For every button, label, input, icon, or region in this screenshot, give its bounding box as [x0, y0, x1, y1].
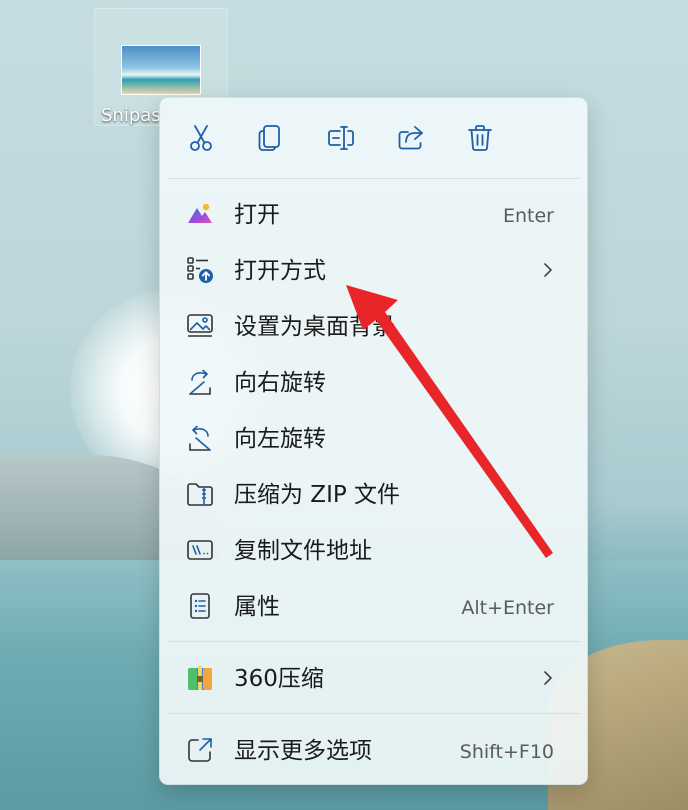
image-thumbnail	[121, 45, 201, 95]
menu-item-open-with[interactable]: 打开方式	[166, 244, 582, 296]
menu-item-label: 向右旋转	[234, 370, 326, 396]
desktop-file-label: Snipaste	[101, 105, 161, 126]
menu-item-label: 打开	[234, 202, 280, 228]
copy-icon	[258, 125, 280, 151]
share-icon	[398, 126, 423, 150]
menu-separator	[168, 641, 580, 642]
menu-item-label: 打开方式	[234, 258, 326, 284]
menu-item-label: 复制文件地址	[234, 538, 372, 564]
menu-item-copy-path[interactable]: 复制文件地址	[166, 524, 582, 576]
chevron-right-icon	[544, 671, 553, 685]
more-options-icon	[186, 736, 214, 764]
wallpaper-icon	[186, 312, 214, 340]
rename-icon	[328, 126, 354, 150]
context-menu-toolbar	[160, 98, 587, 178]
delete-button[interactable]	[462, 120, 498, 156]
menu-item-properties[interactable]: 属性 Alt+Enter	[166, 580, 582, 632]
menu-item-compress-zip[interactable]: 压缩为 ZIP 文件	[166, 468, 582, 520]
menu-item-show-more-options[interactable]: 显示更多选项 Shift+F10	[166, 724, 582, 776]
menu-item-360zip[interactable]: 360压缩	[166, 652, 582, 704]
zip-folder-icon	[186, 480, 214, 508]
photos-app-icon	[186, 200, 214, 228]
context-menu: 打开 Enter 打开方式 设置为桌面背景 向右旋转 向左旋转 压缩为 ZIP …	[159, 97, 588, 785]
menu-item-rotate-left[interactable]: 向左旋转	[166, 412, 582, 464]
menu-item-label: 设置为桌面背景	[234, 314, 395, 340]
copy-button[interactable]	[252, 120, 288, 156]
trash-icon	[468, 125, 492, 151]
properties-icon	[186, 592, 214, 620]
menu-item-label: 显示更多选项	[234, 738, 372, 764]
menu-item-open[interactable]: 打开 Enter	[166, 188, 582, 240]
share-button[interactable]	[393, 120, 429, 156]
menu-item-label: 压缩为 ZIP 文件	[234, 482, 401, 508]
cut-button[interactable]	[183, 120, 219, 156]
menu-item-label: 360压缩	[234, 666, 324, 692]
360zip-icon	[186, 664, 214, 692]
rotate-left-icon	[186, 424, 214, 452]
menu-item-shortcut: Enter	[503, 205, 554, 227]
rotate-right-icon	[186, 368, 214, 396]
rename-button[interactable]	[323, 120, 359, 156]
menu-item-set-wallpaper[interactable]: 设置为桌面背景	[166, 300, 582, 352]
scissors-icon	[190, 125, 212, 151]
menu-item-shortcut: Shift+F10	[459, 741, 554, 763]
menu-separator	[168, 178, 580, 179]
menu-separator	[168, 713, 580, 714]
copy-path-icon	[186, 536, 214, 564]
menu-item-label: 属性	[234, 594, 280, 620]
chevron-right-icon	[544, 263, 553, 277]
menu-item-rotate-right[interactable]: 向右旋转	[166, 356, 582, 408]
open-with-icon	[186, 256, 214, 284]
menu-item-shortcut: Alt+Enter	[461, 597, 554, 619]
menu-item-label: 向左旋转	[234, 426, 326, 452]
